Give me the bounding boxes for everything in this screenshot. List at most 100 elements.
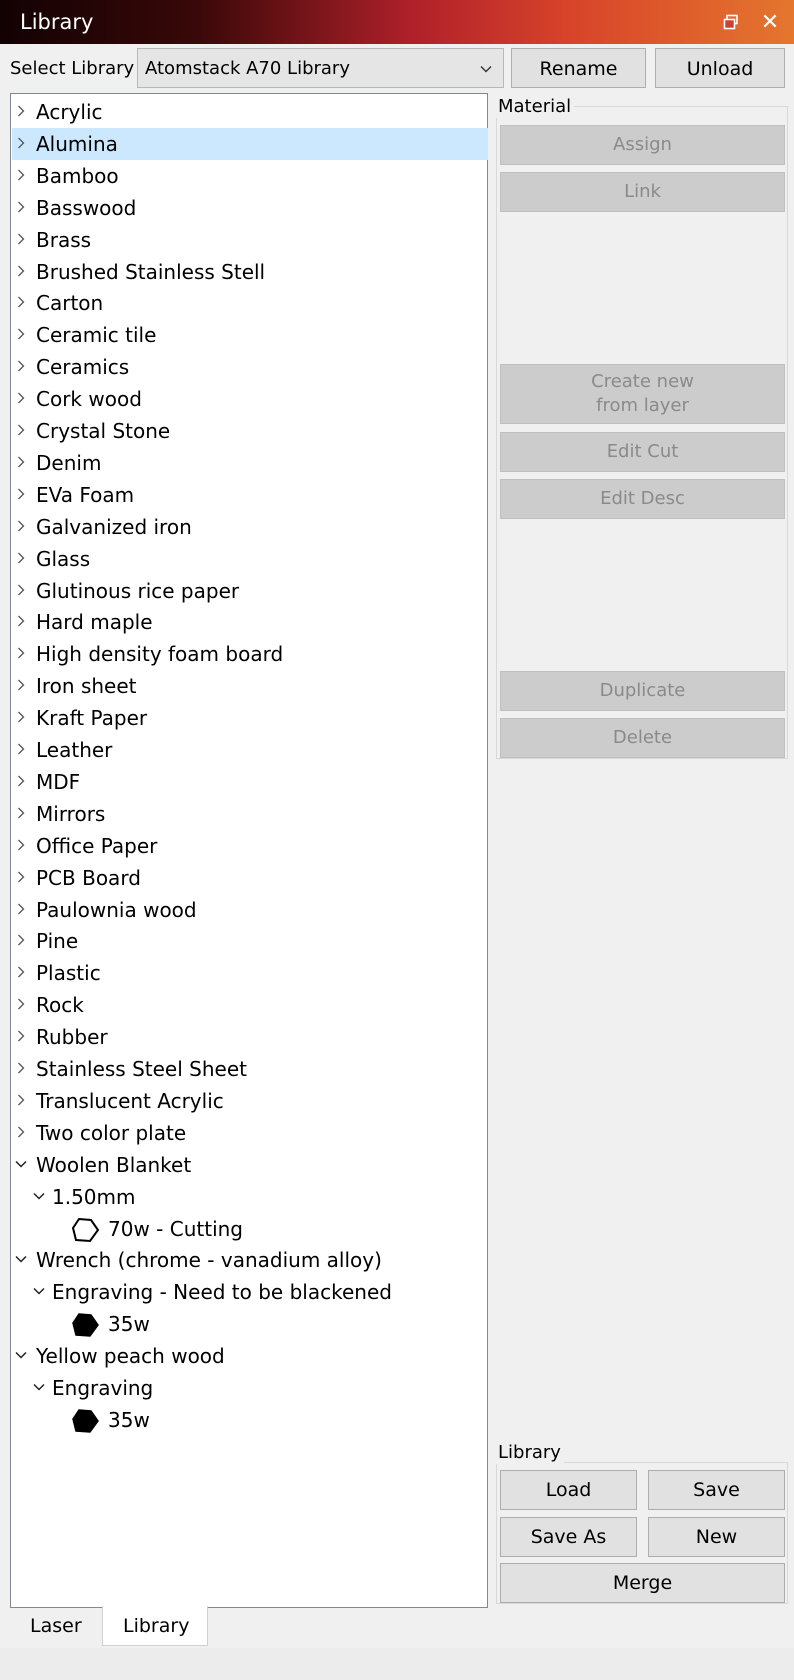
tree-item[interactable]: Basswood — [12, 192, 488, 224]
tree-item[interactable]: Denim — [12, 447, 488, 479]
tree-item[interactable]: Ceramics — [12, 351, 488, 383]
close-icon[interactable]: ✕ — [755, 7, 785, 37]
rename-button[interactable]: Rename — [511, 48, 646, 88]
save-button[interactable]: Save — [648, 1470, 785, 1510]
chevron-right-icon[interactable] — [14, 838, 28, 852]
tree-item[interactable]: Glass — [12, 543, 488, 575]
chevron-right-icon[interactable] — [14, 104, 28, 118]
tree-item[interactable]: Galvanized iron — [12, 511, 488, 543]
tree-item[interactable]: Cork wood — [12, 383, 488, 415]
chevron-right-icon[interactable] — [14, 168, 28, 182]
tab-laser[interactable]: Laser — [10, 1608, 100, 1644]
chevron-right-icon[interactable] — [14, 295, 28, 309]
chevron-down-icon[interactable] — [14, 1348, 28, 1362]
tree-item[interactable]: Alumina — [12, 127, 488, 160]
load-button[interactable]: Load — [500, 1470, 637, 1510]
create-new-from-layer-button[interactable]: Create new from layer — [500, 364, 785, 424]
chevron-right-icon[interactable] — [14, 774, 28, 788]
tree-item[interactable]: Crystal Stone — [12, 415, 488, 447]
tree-item[interactable]: Two color plate — [12, 1117, 488, 1149]
delete-button[interactable]: Delete — [500, 718, 785, 758]
chevron-right-icon[interactable] — [14, 870, 28, 884]
tab-library[interactable]: Library — [102, 1606, 208, 1646]
tree-item[interactable]: Mirrors — [12, 798, 488, 830]
tree-item[interactable]: Pine — [12, 925, 488, 957]
chevron-right-icon[interactable] — [14, 1029, 28, 1043]
chevron-right-icon[interactable] — [14, 455, 28, 469]
chevron-right-icon[interactable] — [14, 551, 28, 565]
chevron-right-icon[interactable] — [14, 1061, 28, 1075]
tree-item[interactable]: Woolen Blanket — [12, 1149, 488, 1181]
chevron-right-icon[interactable] — [14, 646, 28, 660]
chevron-down-icon[interactable] — [32, 1189, 46, 1203]
chevron-right-icon[interactable] — [14, 200, 28, 214]
new-button[interactable]: New — [648, 1517, 785, 1557]
chevron-right-icon[interactable] — [14, 965, 28, 979]
material-tree[interactable]: Acrylic Alumina Bamboo Basswood Brass Brushed… — [10, 93, 488, 1608]
chevron-right-icon[interactable] — [14, 519, 28, 533]
chevron-right-icon[interactable] — [14, 1093, 28, 1107]
unload-button[interactable]: Unload — [655, 48, 785, 88]
tree-item[interactable]: Office Paper — [12, 830, 488, 862]
chevron-right-icon[interactable] — [14, 933, 28, 947]
tree-item[interactable]: Engraving — [12, 1372, 488, 1404]
library-select[interactable]: Atomstack A70 Library — [137, 48, 504, 88]
tree-item[interactable]: Brass — [12, 224, 488, 256]
chevron-down-icon[interactable] — [32, 1380, 46, 1394]
tree-item[interactable]: PCB Board — [12, 862, 488, 894]
chevron-right-icon[interactable] — [14, 742, 28, 756]
tree-item[interactable]: 1.50mm — [12, 1181, 488, 1213]
chevron-right-icon[interactable] — [14, 806, 28, 820]
chevron-right-icon[interactable] — [14, 583, 28, 597]
tree-leaf-item[interactable]: 35w — [12, 1308, 488, 1340]
edit-desc-button[interactable]: Edit Desc — [500, 479, 785, 519]
tree-item[interactable]: Hard maple — [12, 606, 488, 638]
tree-item[interactable]: Bamboo — [12, 160, 488, 192]
chevron-right-icon[interactable] — [14, 487, 28, 501]
chevron-right-icon[interactable] — [14, 264, 28, 278]
chevron-right-icon[interactable] — [14, 678, 28, 692]
merge-button[interactable]: Merge — [500, 1563, 785, 1603]
tree-item[interactable]: Paulownia wood — [12, 894, 488, 926]
chevron-right-icon[interactable] — [14, 1125, 28, 1139]
tree-item[interactable]: High density foam board — [12, 638, 488, 670]
chevron-right-icon[interactable] — [14, 232, 28, 246]
tree-item[interactable]: Iron sheet — [12, 670, 488, 702]
tree-item[interactable]: MDF — [12, 766, 488, 798]
tree-item[interactable]: Glutinous rice paper — [12, 575, 488, 607]
chevron-down-icon[interactable] — [14, 1157, 28, 1171]
tree-item[interactable]: Yellow peach wood — [12, 1340, 488, 1372]
tree-item[interactable]: Ceramic tile — [12, 319, 488, 351]
link-button[interactable]: Link — [500, 172, 785, 212]
chevron-right-icon[interactable] — [14, 710, 28, 724]
tree-leaf-item[interactable]: 70w - Cutting — [12, 1213, 488, 1245]
tree-item[interactable]: Kraft Paper — [12, 702, 488, 734]
restore-window-icon[interactable] — [716, 7, 746, 37]
tree-item[interactable]: EVa Foam — [12, 479, 488, 511]
edit-cut-button[interactable]: Edit Cut — [500, 432, 785, 472]
chevron-right-icon[interactable] — [14, 902, 28, 916]
chevron-right-icon[interactable] — [14, 327, 28, 341]
duplicate-button[interactable]: Duplicate — [500, 671, 785, 711]
chevron-right-icon[interactable] — [14, 391, 28, 405]
chevron-down-icon[interactable] — [14, 1252, 28, 1266]
chevron-right-icon[interactable] — [14, 359, 28, 373]
tree-item[interactable]: Wrench (chrome - vanadium alloy) — [12, 1244, 488, 1276]
tree-leaf-item[interactable]: 35w — [12, 1404, 488, 1436]
tree-item[interactable]: Brushed Stainless Stell — [12, 256, 488, 288]
tree-item[interactable]: Rock — [12, 989, 488, 1021]
tree-item[interactable]: Engraving - Need to be blackened — [12, 1276, 488, 1308]
chevron-right-icon[interactable] — [14, 997, 28, 1011]
tree-item[interactable]: Acrylic — [12, 96, 488, 128]
tree-item[interactable]: Carton — [12, 287, 488, 319]
chevron-down-icon[interactable] — [32, 1284, 46, 1298]
save-as-button[interactable]: Save As — [500, 1517, 637, 1557]
tree-item[interactable]: Leather — [12, 734, 488, 766]
tree-item[interactable]: Plastic — [12, 957, 488, 989]
tree-item[interactable]: Rubber — [12, 1021, 488, 1053]
tree-item[interactable]: Stainless Steel Sheet — [12, 1053, 488, 1085]
assign-button[interactable]: Assign — [500, 125, 785, 165]
chevron-right-icon[interactable] — [14, 423, 28, 437]
chevron-right-icon[interactable] — [14, 136, 28, 150]
tree-item[interactable]: Translucent Acrylic — [12, 1085, 488, 1117]
